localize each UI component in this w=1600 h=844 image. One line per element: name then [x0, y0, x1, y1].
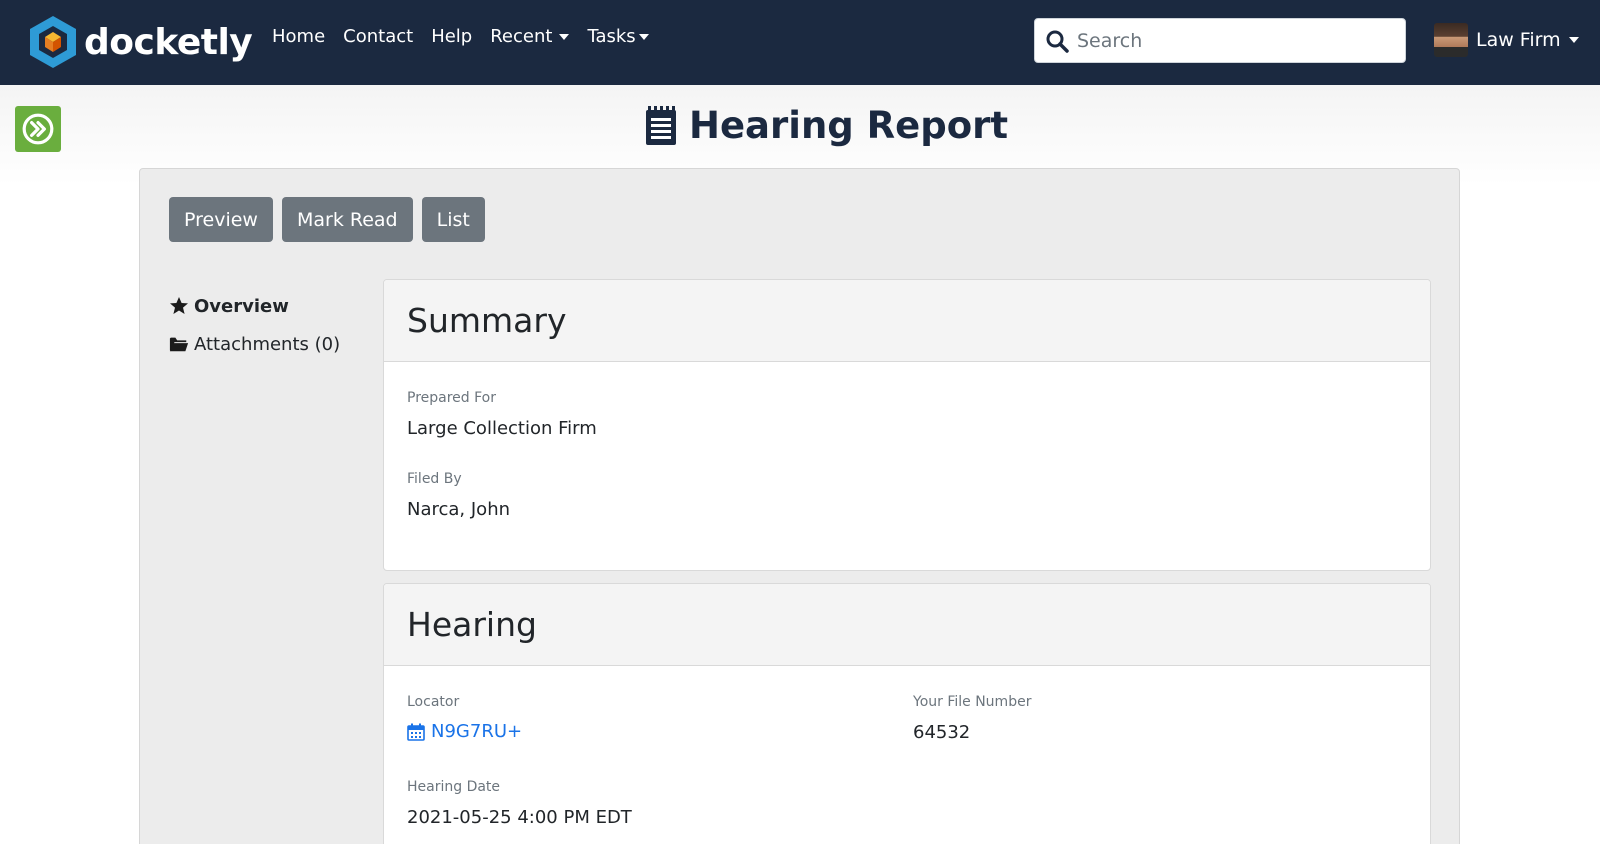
report-card: Preview Mark Read List Overview Attachme… — [139, 168, 1460, 844]
page-title-text: Hearing Report — [689, 104, 1009, 147]
nav-tasks-label: Tasks — [587, 26, 636, 47]
sidebar-toggle-button[interactable] — [15, 106, 61, 152]
user-name: Law Firm — [1476, 29, 1561, 51]
side-nav-attachments-label: Attachments (0) — [194, 333, 341, 355]
filed-by-value: Narca, John — [407, 499, 511, 520]
side-nav-attachments[interactable]: Attachments (0) — [169, 325, 340, 363]
main-nav: Home Contact Help Recent Tasks — [272, 22, 667, 52]
side-nav-overview[interactable]: Overview — [169, 287, 340, 325]
caret-down-icon — [638, 34, 649, 40]
prepared-for-label: Prepared For — [407, 390, 496, 406]
chevron-right-circle-icon — [22, 113, 54, 145]
nav-contact[interactable]: Contact — [343, 22, 413, 52]
search-input[interactable] — [1077, 29, 1387, 52]
action-buttons: Preview Mark Read List — [169, 197, 494, 242]
nav-help-label: Help — [431, 26, 473, 47]
mark-read-button[interactable]: Mark Read — [281, 197, 413, 242]
prepared-for-value: Large Collection Firm — [407, 418, 597, 439]
hearing-date-value: 2021-05-25 4:00 PM EDT — [407, 807, 632, 828]
filed-by-label: Filed By — [407, 471, 462, 487]
avatar — [1434, 23, 1468, 57]
docketly-logo-icon — [30, 16, 76, 68]
calendar-icon — [407, 723, 425, 741]
caret-down-icon — [1568, 37, 1579, 43]
locator-label: Locator — [407, 694, 460, 710]
section-nav: Overview Attachments (0) — [169, 287, 340, 363]
folder-open-icon — [169, 337, 189, 352]
caret-down-icon — [559, 34, 570, 40]
page-title: Hearing Report — [645, 104, 1008, 147]
nav-contact-label: Contact — [343, 26, 414, 47]
nav-recent-label: Recent — [490, 26, 553, 47]
nav-home-label: Home — [272, 26, 326, 47]
nav-help[interactable]: Help — [431, 22, 472, 52]
list-button[interactable]: List — [421, 197, 485, 242]
hearing-date-label: Hearing Date — [407, 779, 501, 795]
user-menu[interactable]: Law Firm — [1434, 23, 1579, 57]
locator-link[interactable]: N9G7RU+ — [407, 721, 522, 742]
notepad-icon — [646, 105, 676, 145]
locator-value: N9G7RU+ — [431, 721, 523, 742]
file-number-label: Your File Number — [913, 694, 1032, 710]
search-box — [1034, 18, 1406, 63]
summary-panel: Summary Prepared For Large Collection Fi… — [383, 279, 1431, 571]
star-icon — [170, 297, 188, 314]
nav-home[interactable]: Home — [272, 22, 325, 52]
hearing-heading: Hearing — [384, 584, 1430, 666]
brand-logo-link[interactable]: docketly — [28, 14, 253, 70]
nav-tasks-dropdown[interactable]: Tasks — [587, 22, 649, 52]
top-navbar: docketly Home Contact Help Recent Tasks … — [0, 0, 1600, 85]
hearing-panel: Hearing Locator N9G7RU+ Your File Number… — [383, 583, 1431, 844]
file-number-value: 64532 — [913, 722, 971, 743]
summary-heading: Summary — [384, 280, 1430, 362]
search-icon — [1046, 30, 1069, 53]
brand-name: docketly — [84, 21, 253, 63]
nav-recent-dropdown[interactable]: Recent — [490, 22, 570, 52]
side-nav-overview-label: Overview — [194, 295, 289, 317]
preview-button[interactable]: Preview — [169, 197, 273, 242]
